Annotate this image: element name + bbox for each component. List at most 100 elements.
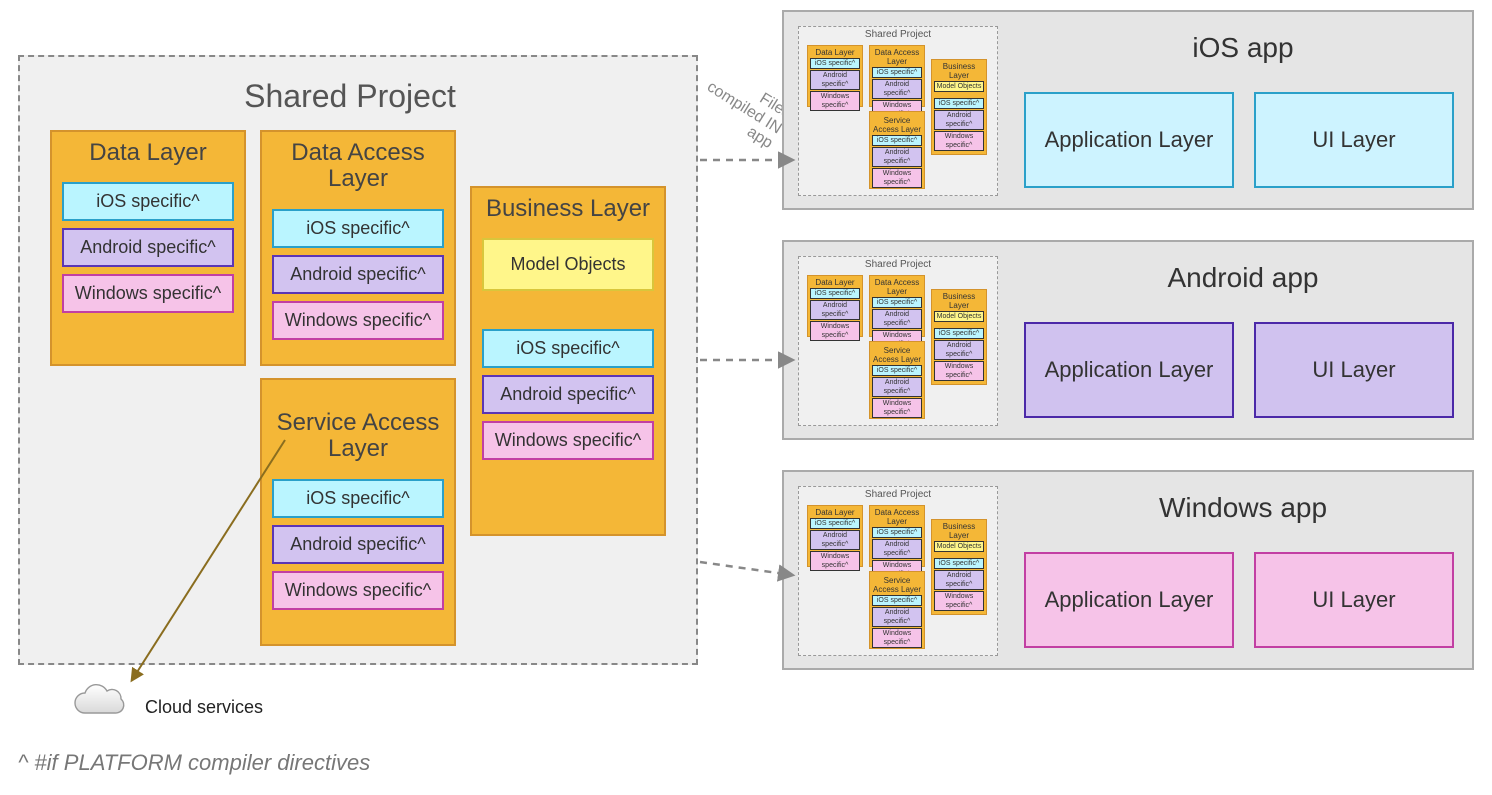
android-app-panel: Shared Project Data Layer iOS specific^ … — [782, 240, 1474, 440]
android-mini-business-windows: Windows specific^ — [934, 361, 984, 381]
windows-mini-service-windows: Windows specific^ — [872, 628, 922, 648]
ios-application-layer: Application Layer — [1024, 92, 1234, 188]
service-access-ios-chip: iOS specific^ — [272, 479, 444, 518]
ios-mini-business-title: Business Layer — [932, 62, 986, 80]
cloud-label: Cloud services — [145, 697, 263, 718]
windows-application-layer: Application Layer — [1024, 552, 1234, 648]
ios-mini-title: Shared Project — [799, 29, 997, 40]
windows-mini-business-title: Business Layer — [932, 522, 986, 540]
ios-mini-data-title: Data Layer — [808, 48, 862, 57]
ios-mini-data-ios: iOS specific^ — [810, 58, 860, 69]
ios-mini-access-ios: iOS specific^ — [872, 67, 922, 78]
ios-mini-service: Service Access Layer iOS specific^ Andro… — [869, 111, 925, 189]
windows-mini-business: Business Layer Model Objects iOS specifi… — [931, 519, 987, 615]
ios-mini-shared: Shared Project Data Layer iOS specific^ … — [798, 26, 998, 196]
shared-project-title: Shared Project — [244, 78, 456, 115]
android-mini-business-model: Model Objects — [934, 311, 984, 322]
business-layer-title: Business Layer — [472, 196, 664, 222]
android-mini-business-ios: iOS specific^ — [934, 328, 984, 339]
ios-mini-access: Data Access Layer iOS specific^ Android … — [869, 45, 925, 107]
data-layer-title: Data Layer — [52, 140, 244, 166]
business-android-chip: Android specific^ — [482, 375, 654, 414]
windows-mini-service-title: Service Access Layer — [870, 576, 924, 594]
service-access-android-chip: Android specific^ — [272, 525, 444, 564]
data-layer-windows-chip: Windows specific^ — [62, 274, 234, 313]
data-access-layer-title: Data Access Layer — [262, 140, 454, 193]
windows-app-title: Windows app — [1024, 492, 1462, 524]
business-ios-chip: iOS specific^ — [482, 329, 654, 368]
android-mini-business-title: Business Layer — [932, 292, 986, 310]
data-layer-ios-chip: iOS specific^ — [62, 182, 234, 221]
data-access-windows-chip: Windows specific^ — [272, 301, 444, 340]
android-mini-data: Data Layer iOS specific^ Android specifi… — [807, 275, 863, 337]
windows-mini-business-ios: iOS specific^ — [934, 558, 984, 569]
windows-mini-access: Data Access Layer iOS specific^ Android … — [869, 505, 925, 567]
android-mini-data-ios: iOS specific^ — [810, 288, 860, 299]
data-access-layer-box: Data Access Layer iOS specific^ Android … — [260, 130, 456, 366]
android-mini-data-android: Android specific^ — [810, 300, 860, 320]
windows-mini-data-title: Data Layer — [808, 508, 862, 517]
ios-mini-service-title: Service Access Layer — [870, 116, 924, 134]
ios-mini-service-android: Android specific^ — [872, 147, 922, 167]
android-mini-access-ios: iOS specific^ — [872, 297, 922, 308]
android-mini-service-windows: Windows specific^ — [872, 398, 922, 418]
service-access-windows-chip: Windows specific^ — [272, 571, 444, 610]
windows-ui-layer: UI Layer — [1254, 552, 1454, 648]
ios-mini-business-model: Model Objects — [934, 81, 984, 92]
windows-mini-access-android: Android specific^ — [872, 539, 922, 559]
files-compiled-note: Files compiled IN app — [690, 60, 794, 152]
windows-mini-service-android: Android specific^ — [872, 607, 922, 627]
android-application-layer: Application Layer — [1024, 322, 1234, 418]
windows-mini-business-android: Android specific^ — [934, 570, 984, 590]
android-mini-data-title: Data Layer — [808, 278, 862, 287]
ios-mini-business-ios: iOS specific^ — [934, 98, 984, 109]
data-access-android-chip: Android specific^ — [272, 255, 444, 294]
android-mini-access-android: Android specific^ — [872, 309, 922, 329]
windows-mini-title: Shared Project — [799, 489, 997, 500]
service-access-layer-title: Service Access Layer — [262, 410, 454, 463]
windows-mini-business-model: Model Objects — [934, 541, 984, 552]
android-mini-access-title: Data Access Layer — [870, 278, 924, 296]
windows-mini-business-windows: Windows specific^ — [934, 591, 984, 611]
android-mini-service-android: Android specific^ — [872, 377, 922, 397]
business-windows-chip: Windows specific^ — [482, 421, 654, 460]
android-mini-business: Business Layer Model Objects iOS specifi… — [931, 289, 987, 385]
android-mini-service: Service Access Layer iOS specific^ Andro… — [869, 341, 925, 419]
android-mini-business-android: Android specific^ — [934, 340, 984, 360]
ios-mini-business: Business Layer Model Objects iOS specifi… — [931, 59, 987, 155]
ios-app-title: iOS app — [1024, 32, 1462, 64]
android-mini-service-title: Service Access Layer — [870, 346, 924, 364]
ios-mini-data: Data Layer iOS specific^ Android specifi… — [807, 45, 863, 107]
ios-mini-service-windows: Windows specific^ — [872, 168, 922, 188]
business-layer-box: Business Layer Model Objects iOS specifi… — [470, 186, 666, 536]
android-mini-access: Data Access Layer iOS specific^ Android … — [869, 275, 925, 337]
ios-mini-access-title: Data Access Layer — [870, 48, 924, 66]
ios-mini-service-ios: iOS specific^ — [872, 135, 922, 146]
windows-mini-access-title: Data Access Layer — [870, 508, 924, 526]
windows-mini-data: Data Layer iOS specific^ Android specifi… — [807, 505, 863, 567]
android-mini-data-windows: Windows specific^ — [810, 321, 860, 341]
windows-mini-service: Service Access Layer iOS specific^ Andro… — [869, 571, 925, 649]
android-mini-shared: Shared Project Data Layer iOS specific^ … — [798, 256, 998, 426]
android-mini-title: Shared Project — [799, 259, 997, 270]
ios-mini-business-android: Android specific^ — [934, 110, 984, 130]
ios-mini-data-android: Android specific^ — [810, 70, 860, 90]
footnote: ^ #if PLATFORM compiler directives — [18, 750, 370, 776]
windows-mini-data-windows: Windows specific^ — [810, 551, 860, 571]
service-access-layer-box: Service Access Layer iOS specific^ Andro… — [260, 378, 456, 646]
ios-ui-layer: UI Layer — [1254, 92, 1454, 188]
arrow-to-windows — [700, 562, 792, 575]
android-ui-layer: UI Layer — [1254, 322, 1454, 418]
android-app-title: Android app — [1024, 262, 1462, 294]
cloud-icon — [67, 683, 133, 723]
data-layer-box: Data Layer iOS specific^ Android specifi… — [50, 130, 246, 366]
model-objects-chip: Model Objects — [482, 238, 654, 291]
ios-mini-access-android: Android specific^ — [872, 79, 922, 99]
data-access-ios-chip: iOS specific^ — [272, 209, 444, 248]
windows-mini-data-ios: iOS specific^ — [810, 518, 860, 529]
ios-app-panel: Shared Project Data Layer iOS specific^ … — [782, 10, 1474, 210]
windows-mini-data-android: Android specific^ — [810, 530, 860, 550]
data-layer-android-chip: Android specific^ — [62, 228, 234, 267]
ios-mini-data-windows: Windows specific^ — [810, 91, 860, 111]
ios-mini-business-windows: Windows specific^ — [934, 131, 984, 151]
